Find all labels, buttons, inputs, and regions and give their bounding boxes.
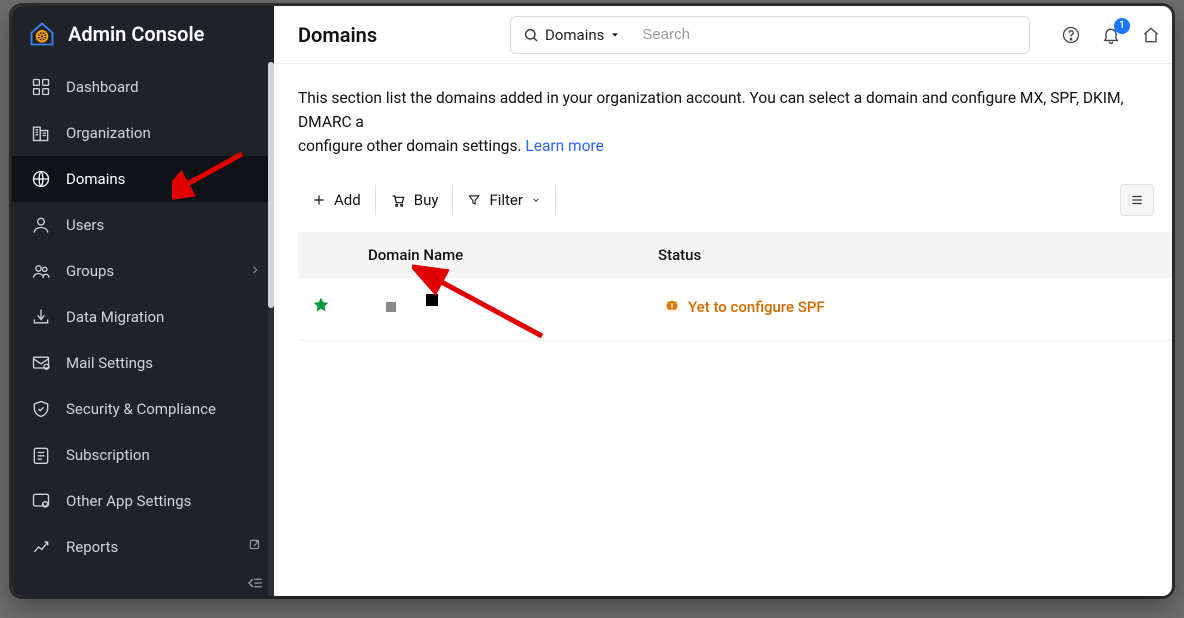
intro-text: This section list the domains added in y…	[298, 86, 1172, 158]
col-status-header: Status	[658, 246, 701, 264]
redacted-domain-part-2	[426, 294, 438, 306]
sidebar-item-users[interactable]: Users	[12, 202, 274, 248]
data-migration-icon	[30, 306, 52, 328]
groups-icon	[30, 260, 52, 282]
help-button[interactable]	[1060, 24, 1082, 46]
sidebar-item-domains[interactable]: Domains	[12, 156, 274, 202]
sidebar-item-label: Domains	[66, 170, 125, 188]
page-title: Domains	[298, 23, 377, 47]
add-button[interactable]: Add	[298, 185, 376, 215]
sidebar-item-label: Security & Compliance	[66, 400, 216, 418]
redacted-domain-part-1	[386, 302, 396, 312]
sidebar-item-groups[interactable]: Groups	[12, 248, 274, 294]
sidebar-item-label: Organization	[66, 124, 151, 142]
sidebar-item-label: Dashboard	[66, 78, 139, 96]
sidebar-item-label: Reports	[66, 538, 118, 556]
organization-icon	[30, 122, 52, 144]
sidebar-item-security[interactable]: Security & Compliance	[12, 386, 274, 432]
sidebar-item-subscription[interactable]: Subscription	[12, 432, 274, 478]
sidebar-item-label: Other App Settings	[66, 492, 191, 510]
search-input[interactable]	[632, 26, 1029, 43]
status-cell: Yet to configure SPF	[664, 298, 825, 316]
subscription-icon	[30, 444, 52, 466]
other-app-settings-icon	[30, 490, 52, 512]
chevron-right-icon	[250, 263, 260, 279]
sidebar-item-dashboard[interactable]: Dashboard	[12, 64, 274, 110]
learn-more-link[interactable]: Learn more	[525, 137, 603, 155]
caret-down-icon	[610, 26, 620, 44]
filter-button[interactable]: Filter	[453, 185, 556, 215]
table-row[interactable]: Yet to configure SPF	[298, 278, 1172, 341]
sidebar-item-reports[interactable]: Reports	[12, 524, 274, 570]
table-header: Domain Name Status	[298, 232, 1172, 278]
collapse-sidebar-button[interactable]	[246, 576, 264, 590]
app-title: Admin Console	[68, 22, 204, 46]
status-text: Yet to configure SPF	[688, 298, 825, 316]
open-external-icon	[248, 538, 262, 556]
search-scope-dropdown[interactable]: Domains	[511, 26, 632, 44]
col-domain-header: Domain Name	[368, 246, 658, 264]
main: Domains Domains	[274, 6, 1172, 596]
sidebar-item-label: Subscription	[66, 446, 150, 464]
sidebar-item-label: Groups	[66, 262, 114, 280]
warning-icon	[664, 299, 680, 315]
globe-icon	[30, 168, 52, 190]
topbar-right-icons: 1	[1060, 24, 1162, 46]
mail-settings-icon	[30, 352, 52, 374]
sidebar-item-label: Data Migration	[66, 308, 164, 326]
user-icon	[30, 214, 52, 236]
sidebar-item-label: Mail Settings	[66, 354, 153, 372]
buy-button[interactable]: Buy	[376, 185, 454, 215]
search-bar: Domains	[510, 16, 1030, 54]
topbar: Domains Domains	[274, 6, 1172, 64]
sidebar: Admin Console Dashboard Organization Dom…	[12, 6, 274, 596]
home-button[interactable]	[1140, 24, 1162, 46]
content: This section list the domains added in y…	[274, 64, 1172, 596]
sidebar-nav: Dashboard Organization Domains Users	[12, 64, 274, 570]
sidebar-item-other-app-settings[interactable]: Other App Settings	[12, 478, 274, 524]
dashboard-icon	[30, 76, 52, 98]
app-logo-icon	[28, 20, 56, 48]
search-icon	[523, 27, 539, 43]
sidebar-item-mail-settings[interactable]: Mail Settings	[12, 340, 274, 386]
primary-domain-star-icon	[312, 296, 330, 318]
list-density-button[interactable]	[1120, 184, 1154, 216]
sidebar-item-label: Users	[66, 216, 104, 234]
notification-badge: 1	[1114, 18, 1130, 34]
sidebar-item-data-migration[interactable]: Data Migration	[12, 294, 274, 340]
shield-icon	[30, 398, 52, 420]
sidebar-item-organization[interactable]: Organization	[12, 110, 274, 156]
reports-icon	[30, 536, 52, 558]
toolbar: Add Buy Filter	[298, 184, 1172, 228]
notifications-button[interactable]: 1	[1100, 24, 1122, 46]
sidebar-header: Admin Console	[12, 6, 274, 64]
search-scope-label: Domains	[545, 26, 604, 44]
